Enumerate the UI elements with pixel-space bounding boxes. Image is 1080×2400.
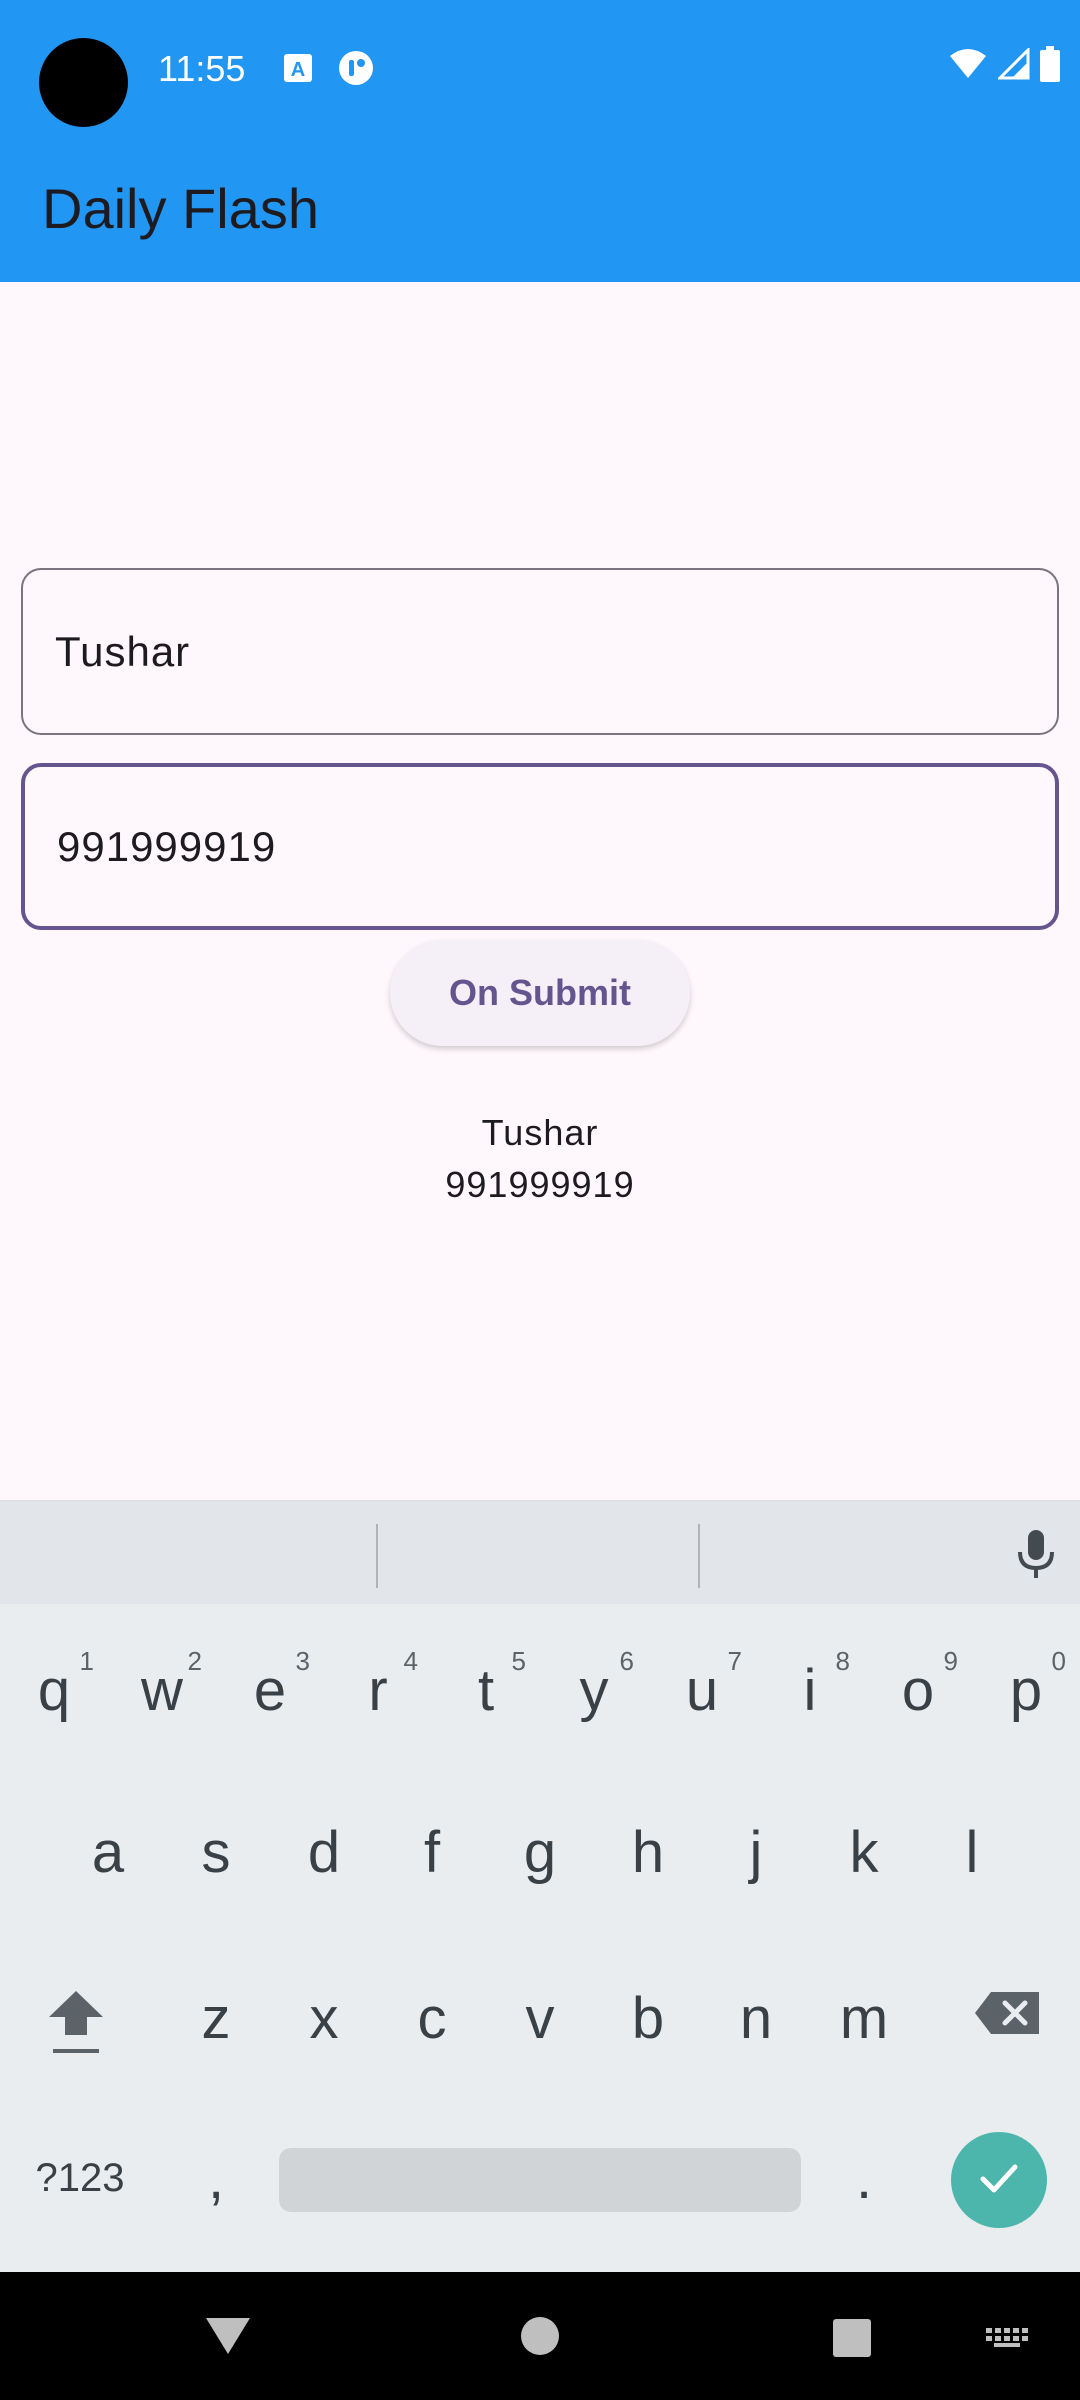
key-hint: 7: [727, 1646, 742, 1676]
phone-field[interactable]: 991999919: [21, 763, 1059, 930]
key-label: u: [685, 1657, 719, 1723]
status-icons: [948, 46, 1060, 87]
app-bar: 11:55 A Daily Flash: [0, 0, 1080, 282]
key-i[interactable]: i8: [760, 1630, 860, 1750]
key-u[interactable]: u7: [652, 1630, 752, 1750]
key-p[interactable]: p0: [976, 1630, 1076, 1750]
output-phone: 991999919: [445, 1164, 635, 1205]
key-hint: 5: [511, 1646, 526, 1676]
key-label: y: [579, 1657, 609, 1723]
key-s[interactable]: s: [166, 1792, 266, 1912]
camera-cutout: [39, 38, 128, 127]
microphone-icon[interactable]: [1004, 1522, 1068, 1586]
suggestion-divider: [376, 1524, 378, 1588]
key-label: o: [901, 1657, 935, 1723]
output-name: Tushar: [481, 1112, 599, 1153]
key-label: t: [477, 1657, 495, 1723]
status-time: 11:55: [158, 48, 246, 89]
key-a[interactable]: a: [58, 1792, 158, 1912]
submit-button[interactable]: On Submit: [390, 940, 690, 1046]
key-label: w: [141, 1657, 183, 1723]
keyboard-switch-icon[interactable]: [986, 2328, 1030, 2353]
key-hint: 0: [1051, 1646, 1066, 1676]
backspace-key[interactable]: [958, 1958, 1058, 2078]
key-hint: 4: [403, 1646, 418, 1676]
recents-icon[interactable]: [832, 2318, 872, 2363]
backspace-icon: [973, 1985, 1043, 2052]
comma-key[interactable]: ,: [166, 2118, 266, 2238]
key-w[interactable]: w2: [112, 1630, 212, 1750]
shift-icon: [41, 1961, 111, 2075]
phone-field-value: 991999919: [57, 822, 277, 870]
symbols-key[interactable]: ?123: [30, 2118, 130, 2238]
key-e[interactable]: e3: [220, 1630, 320, 1750]
key-c[interactable]: c: [382, 1958, 482, 2078]
back-icon[interactable]: [204, 2316, 252, 2361]
space-key[interactable]: [279, 2148, 801, 2212]
period-key[interactable]: .: [814, 2118, 914, 2238]
key-y[interactable]: y6: [544, 1630, 644, 1750]
check-icon: [973, 2152, 1025, 2209]
key-label: i: [803, 1657, 817, 1723]
key-label: q: [37, 1657, 71, 1723]
key-n[interactable]: n: [706, 1958, 806, 2078]
key-hint: 8: [835, 1646, 850, 1676]
key-hint: 6: [619, 1646, 634, 1676]
key-hint: 1: [79, 1646, 94, 1676]
text-a-icon: A: [282, 52, 314, 84]
name-field-value: Tushar: [55, 627, 191, 675]
key-v[interactable]: v: [490, 1958, 590, 2078]
key-l[interactable]: l: [922, 1792, 1022, 1912]
suggestion-strip: [0, 1500, 1080, 1604]
home-icon[interactable]: [520, 2316, 560, 2361]
key-r[interactable]: r4: [328, 1630, 428, 1750]
account-circle-icon: [338, 50, 374, 86]
key-d[interactable]: d: [274, 1792, 374, 1912]
enter-key[interactable]: [951, 2132, 1047, 2228]
wifi-icon: [948, 48, 988, 85]
battery-icon: [1040, 46, 1060, 87]
svg-text:A: A: [291, 59, 305, 81]
key-h[interactable]: h: [598, 1792, 698, 1912]
key-hint: 9: [943, 1646, 958, 1676]
shift-key[interactable]: [26, 1958, 126, 2078]
key-m[interactable]: m: [814, 1958, 914, 2078]
key-b[interactable]: b: [598, 1958, 698, 2078]
key-q[interactable]: q1: [4, 1630, 104, 1750]
key-hint: 2: [187, 1646, 202, 1676]
key-k[interactable]: k: [814, 1792, 914, 1912]
key-label: e: [253, 1657, 287, 1723]
key-o[interactable]: o9: [868, 1630, 968, 1750]
key-label: r: [368, 1657, 388, 1723]
signal-icon: [996, 46, 1030, 85]
key-hint: 3: [295, 1646, 310, 1676]
navigation-bar: [0, 2272, 1080, 2400]
key-z[interactable]: z: [166, 1958, 266, 2078]
key-g[interactable]: g: [490, 1792, 590, 1912]
key-f[interactable]: f: [382, 1792, 482, 1912]
key-t[interactable]: t5: [436, 1630, 536, 1750]
key-j[interactable]: j: [706, 1792, 806, 1912]
page-title: Daily Flash: [42, 177, 319, 240]
name-field[interactable]: Tushar: [21, 568, 1059, 735]
suggestion-divider: [698, 1524, 700, 1588]
key-x[interactable]: x: [274, 1958, 374, 2078]
key-label: p: [1009, 1657, 1043, 1723]
